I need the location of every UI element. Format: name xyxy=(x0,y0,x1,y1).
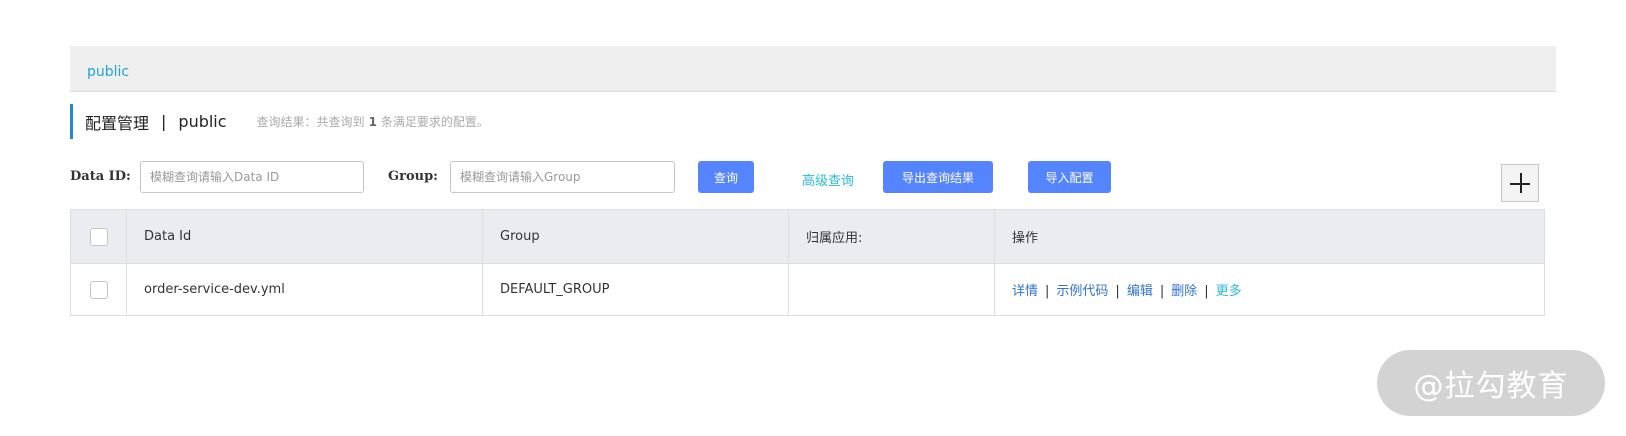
action-separator: | xyxy=(1204,284,1209,299)
row-checkbox[interactable] xyxy=(89,280,108,299)
action-separator: | xyxy=(1045,284,1050,299)
header-actions: 操作 xyxy=(994,209,1545,264)
import-config-button[interactable]: 导入配置 xyxy=(1028,161,1111,193)
cell-actions: 详情 | 示例代码 | 编辑 | 删除 | 更多 xyxy=(994,263,1545,316)
export-results-button[interactable]: 导出查询结果 xyxy=(883,161,993,193)
action-separator: | xyxy=(1159,284,1165,299)
query-result-summary: 查询结果：共查询到 1 条满足要求的配置。 xyxy=(257,113,489,130)
current-namespace: public xyxy=(178,112,227,131)
cell-data-id: order-service-dev.yml xyxy=(126,263,483,316)
action-details-link[interactable]: 详情 xyxy=(1012,284,1038,299)
table-row: order-service-dev.yml DEFAULT_GROUP 详情 | 示… xyxy=(70,263,1545,316)
row-select-cell xyxy=(70,263,127,316)
result-prefix: 查询结果：共查询到 xyxy=(256,115,365,129)
group-input[interactable] xyxy=(450,161,675,193)
action-sample-code-link[interactable]: 示例代码 xyxy=(1056,284,1108,299)
title-separator: | xyxy=(161,112,167,131)
data-id-input[interactable] xyxy=(140,161,364,193)
add-config-button[interactable] xyxy=(1501,164,1539,202)
select-all-checkbox[interactable] xyxy=(89,227,108,246)
action-edit-link[interactable]: 编辑 xyxy=(1127,284,1153,299)
query-button[interactable]: 查询 xyxy=(698,161,754,193)
namespace-tab-bar: public xyxy=(70,46,1556,92)
cell-app xyxy=(788,263,995,316)
namespace-tab-public[interactable]: public xyxy=(87,64,129,80)
search-toolbar: Data ID: Group: 查询 高级查询 导出查询结果 导入配置 xyxy=(70,161,1550,193)
page-title: 配置管理 xyxy=(85,113,150,133)
result-count: 1 xyxy=(368,115,377,129)
action-more-link[interactable]: 更多 xyxy=(1216,284,1242,299)
advanced-query-link[interactable]: 高级查询 xyxy=(802,170,854,189)
header-data-id: Data Id xyxy=(126,209,483,264)
header-app: 归属应用: xyxy=(788,209,995,264)
select-all-cell xyxy=(70,209,127,264)
action-separator: | xyxy=(1115,284,1120,299)
group-label: Group: xyxy=(388,169,438,184)
result-suffix: 条满足要求的配置。 xyxy=(380,115,489,129)
action-delete-link[interactable]: 删除 xyxy=(1171,284,1197,299)
cell-group: DEFAULT_GROUP xyxy=(482,263,789,316)
table-header-row: Data Id Group 归属应用: 操作 xyxy=(70,209,1545,264)
data-id-label: Data ID: xyxy=(70,169,131,184)
header-group: Group xyxy=(482,209,789,264)
watermark: @拉勾教育 xyxy=(1377,350,1605,416)
config-table: Data Id Group 归属应用: 操作 order-service-dev… xyxy=(70,209,1545,316)
page-title-row: 配置管理 | public 查询结果：共查询到 1 条满足要求的配置。 xyxy=(70,104,489,139)
